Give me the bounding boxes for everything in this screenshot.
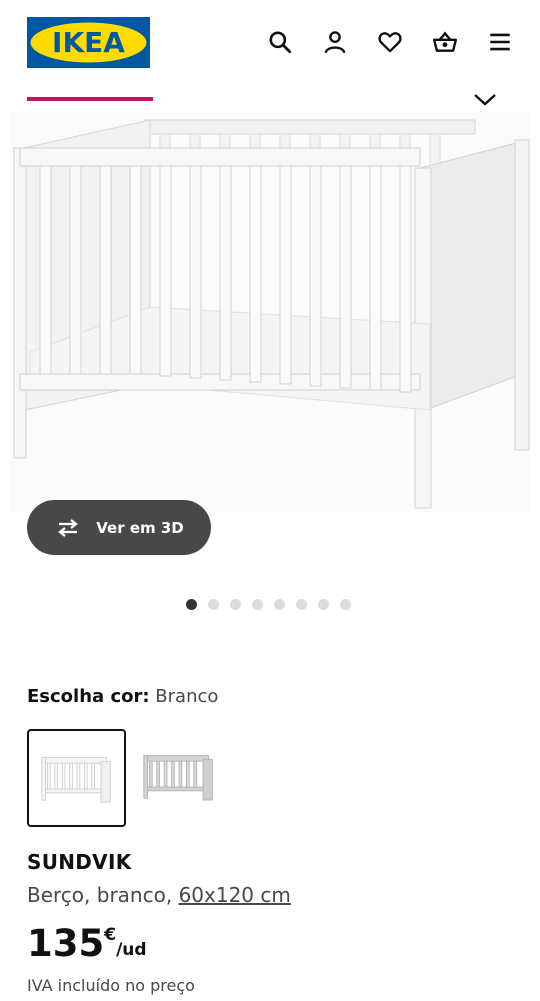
price-unit: /ud [116, 940, 147, 960]
product-image[interactable] [10, 112, 530, 512]
price-currency: € [104, 925, 117, 945]
grey-crib-thumbnail [142, 755, 213, 801]
product-name: SUNDVIK [27, 850, 132, 874]
product-description: Berço, branco, 60x120 cm [27, 883, 291, 907]
color-value: Branco [155, 686, 219, 707]
gallery-dot[interactable] [230, 599, 241, 610]
view-3d-label: Ver em 3D [96, 518, 184, 537]
profile-icon[interactable] [320, 27, 350, 57]
rotate-3d-icon [58, 518, 79, 537]
color-swatch-grey[interactable] [131, 729, 226, 823]
logo-text: IKEA [52, 26, 125, 59]
search-icon[interactable] [265, 27, 295, 57]
price-integer: 135 [27, 922, 105, 965]
color-label-title: Escolha cor: [27, 686, 150, 707]
product-price: 135 € /ud [27, 922, 147, 966]
gallery-dot[interactable] [208, 599, 219, 610]
gallery-dot[interactable] [274, 599, 285, 610]
gallery-dot[interactable] [318, 599, 329, 610]
color-selection-label: Escolha cor: Branco [27, 686, 218, 707]
white-crib-thumbnail [40, 757, 111, 803]
color-swatch-white[interactable] [27, 729, 126, 827]
header: IKEA [0, 0, 540, 90]
heart-icon[interactable] [375, 27, 405, 57]
crib-illustration [10, 112, 530, 512]
view-3d-button[interactable]: Ver em 3D [27, 500, 211, 555]
gallery-dot[interactable] [340, 599, 351, 610]
chevron-down-icon[interactable] [472, 91, 498, 107]
vat-note: IVA incluído no preço [27, 976, 195, 995]
basket-icon[interactable] [430, 27, 460, 57]
gallery-dot[interactable] [186, 599, 197, 610]
product-desc-text: Berço, branco, [27, 883, 179, 907]
gallery-dot[interactable] [296, 599, 307, 610]
active-tab-indicator [27, 97, 153, 101]
product-size-link[interactable]: 60x120 cm [179, 883, 291, 907]
menu-icon[interactable] [485, 27, 515, 57]
ikea-logo[interactable]: IKEA [27, 17, 150, 68]
gallery-pagination [186, 599, 351, 610]
gallery-dot[interactable] [252, 599, 263, 610]
